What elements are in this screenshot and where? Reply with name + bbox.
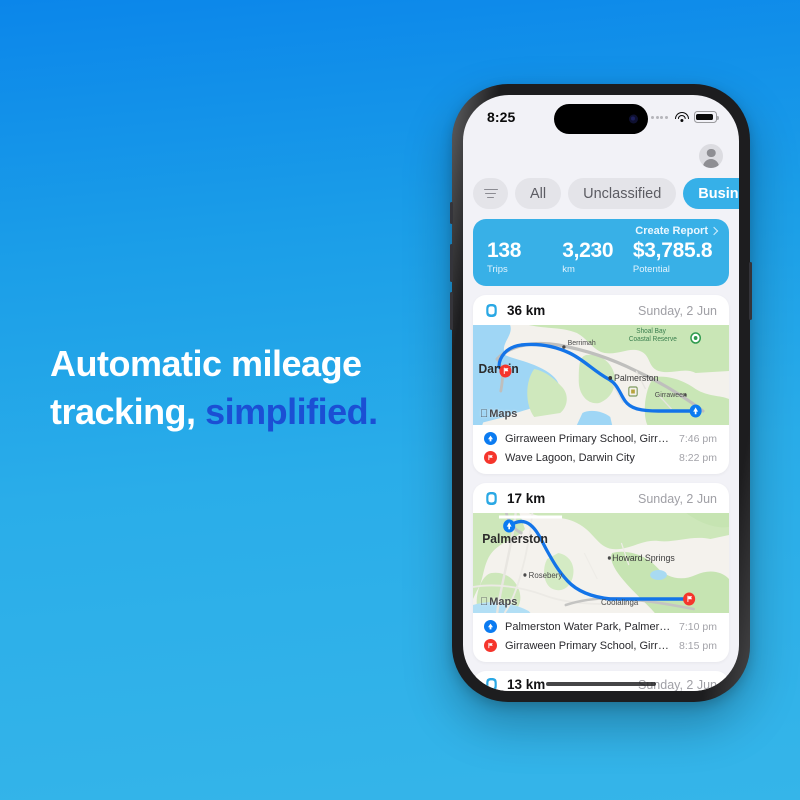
start-arrow-icon (484, 432, 497, 446)
svg-text:Palmerston: Palmerston (614, 373, 659, 383)
phone-screen: 8:25 All Unclassified Busin Create Repor… (463, 95, 739, 691)
finish-flag-icon (484, 639, 497, 653)
app-content: All Unclassified Business Create Report … (463, 139, 739, 691)
trip-distance: 36 km (507, 303, 546, 319)
trip-leg-name: Girraween Primary School, Girraween (505, 432, 672, 445)
maps-label: Maps (481, 596, 517, 609)
apple-logo-icon:  (480, 408, 488, 420)
svg-text:Palmerston: Palmerston (482, 532, 548, 547)
phone-power-button[interactable] (749, 262, 752, 320)
trip-leg-name: Girraween Primary School, Girraween (505, 639, 672, 652)
maps-label: Maps (481, 408, 517, 421)
trip-leg-end: Wave Lagoon, Darwin City 8:22 pm (484, 448, 717, 467)
phone-volume-up-button[interactable] (450, 244, 453, 282)
svg-text:Shoal Bay: Shoal Bay (636, 328, 666, 335)
finish-flag-icon (484, 451, 497, 465)
trip-date: Sunday, 2 Jun (638, 491, 717, 506)
filter-lines-icon[interactable] (473, 178, 508, 209)
stat-trips-label: Trips (487, 264, 508, 276)
trip-distance: 13 km (507, 677, 546, 691)
apple-maps-attribution: Maps (480, 408, 517, 420)
headline-accent-word: simplified. (205, 390, 378, 432)
app-top-bar (463, 139, 739, 173)
business-shield-icon (486, 492, 497, 506)
trip-distance: 17 km (507, 491, 546, 507)
trip-card[interactable]: 17 km Sunday, 2 Jun Palmerston Rosebery … (473, 483, 729, 663)
person-avatar-icon[interactable] (699, 144, 723, 168)
home-indicator[interactable] (546, 681, 656, 686)
trip-map[interactable]: Darwin Berrimah Palmerston Girraween Sho… (473, 325, 729, 426)
create-report-label: Create Report (635, 225, 708, 237)
filter-pill-all[interactable]: All (515, 178, 562, 209)
stat-km-label: km (562, 264, 575, 276)
trip-leg-time: 8:22 pm (679, 451, 717, 464)
filter-pill-unclassified[interactable]: Unclassified (568, 178, 677, 209)
svg-text:Darwin: Darwin (479, 362, 519, 377)
svg-text:Rosebery: Rosebery (529, 571, 564, 580)
trip-card-header: 36 km Sunday, 2 Jun (473, 295, 729, 325)
phone-volume-down-button[interactable] (450, 292, 453, 330)
filter-pill-business[interactable]: Business (683, 178, 739, 209)
svg-text:Coastal Reserve: Coastal Reserve (629, 336, 677, 343)
status-bar-indicators (651, 111, 720, 123)
stats-row: 138 Trips 3,230 km $3,785.8 Potential (487, 239, 715, 276)
apple-logo-icon:  (480, 596, 488, 608)
stat-potential: $3,785.8 Potential (632, 239, 715, 276)
stat-km-value: 3,230 (562, 239, 614, 262)
svg-text:Berrimah: Berrimah (568, 338, 596, 347)
stat-potential-label: Potential (632, 264, 670, 276)
stat-km: 3,230 km (562, 239, 633, 276)
trip-leg-end: Girraween Primary School, Girraween 8:15… (484, 636, 717, 655)
trip-map[interactable]: Palmerston Rosebery Howard Springs Coola… (473, 513, 729, 614)
trip-date: Sunday, 2 Jun (638, 303, 717, 318)
apple-maps-attribution: Maps (480, 596, 517, 608)
create-report-button[interactable]: Create Report (635, 225, 719, 237)
phone-mute-switch[interactable] (450, 202, 453, 224)
page-headline: Automatic mileage tracking, simplified. (50, 340, 450, 435)
trip-leg-name: Wave Lagoon, Darwin City (505, 451, 635, 464)
headline-line-2-white: tracking, (50, 390, 206, 432)
svg-text:Coolalinga: Coolalinga (601, 598, 639, 607)
chevron-right-icon (709, 226, 719, 236)
business-shield-icon (486, 304, 497, 318)
trip-card-header: 17 km Sunday, 2 Jun (473, 483, 729, 513)
trip-leg-start: Girraween Primary School, Girraween 7:46… (484, 429, 717, 448)
headline-line-1: Automatic mileage (50, 343, 362, 384)
trip-card-list: 36 km Sunday, 2 Jun Darwin Berrimah Palm… (463, 286, 739, 691)
trip-leg-name: Palmerston Water Park, Palmerston (505, 620, 672, 633)
stat-trips: 138 Trips (487, 239, 562, 276)
dynamic-island (554, 104, 648, 134)
trip-legs: Palmerston Water Park, Palmerston 7:10 p… (473, 613, 729, 662)
wifi-icon (675, 111, 689, 123)
stat-potential-value: $3,785.8 (632, 239, 713, 262)
cellular-dots-icon (651, 115, 668, 119)
svg-text:Girraween: Girraween (655, 390, 687, 399)
status-bar-time: 8:25 (487, 109, 516, 125)
trip-leg-time: 7:10 pm (679, 620, 717, 633)
battery-icon (694, 111, 720, 123)
trip-leg-time: 7:46 pm (679, 432, 717, 445)
trip-legs: Girraween Primary School, Girraween 7:46… (473, 425, 729, 474)
stat-trips-value: 138 (487, 239, 522, 262)
start-arrow-icon (484, 620, 497, 634)
filter-pill-row[interactable]: All Unclassified Business (463, 173, 739, 219)
trip-card[interactable]: 36 km Sunday, 2 Jun Darwin Berrimah Palm… (473, 295, 729, 475)
phone-mockup: 8:25 All Unclassified Busin Create Repor… (450, 84, 752, 702)
front-camera-icon (629, 114, 638, 124)
svg-text:Howard Springs: Howard Springs (612, 553, 675, 563)
trip-leg-time: 8:15 pm (679, 639, 717, 652)
business-shield-icon (486, 678, 497, 691)
headline-line-2: tracking, simplified. (50, 388, 450, 436)
summary-stats-card: Create Report 138 Trips 3,230 km $3,785.… (473, 219, 729, 287)
trip-leg-start: Palmerston Water Park, Palmerston 7:10 p… (484, 617, 717, 636)
